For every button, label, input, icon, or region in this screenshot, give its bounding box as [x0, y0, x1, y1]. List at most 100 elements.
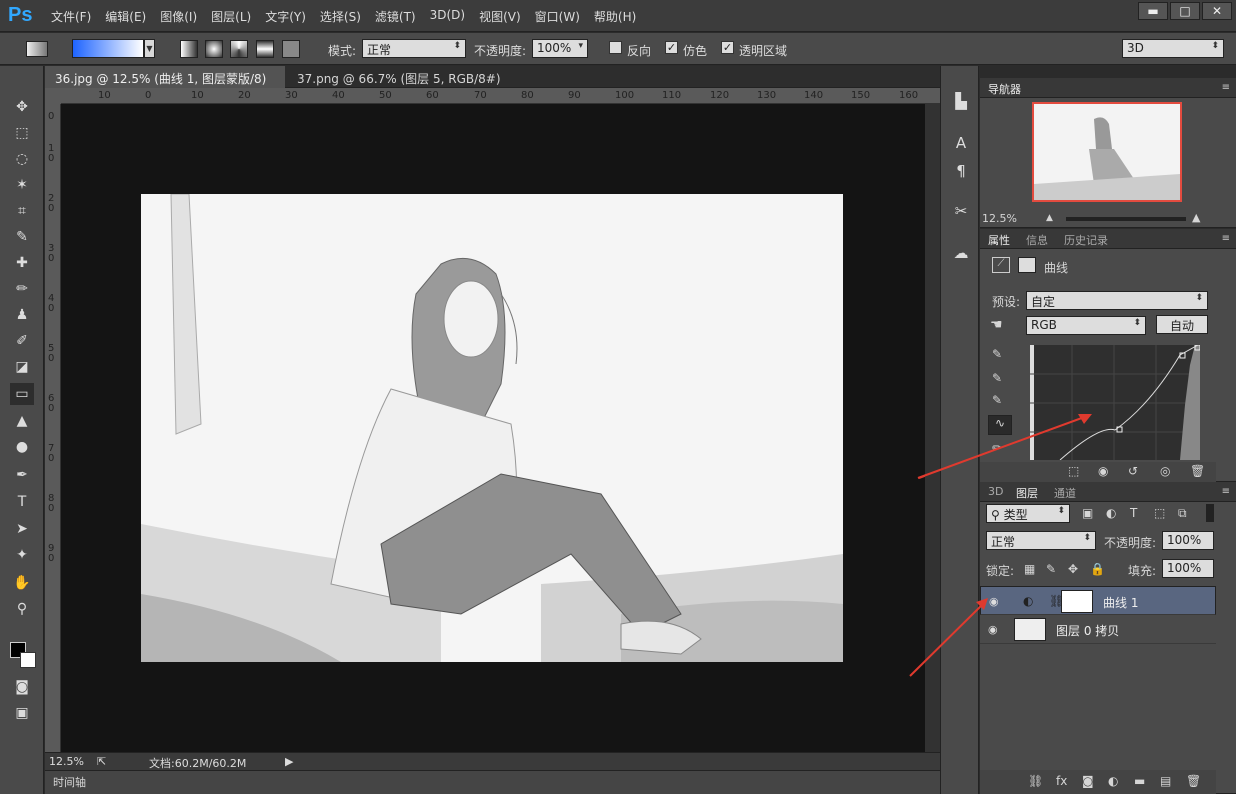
lock-image-icon[interactable]: ✎ [1046, 562, 1056, 576]
menu-view[interactable]: 视图(V) [479, 8, 521, 25]
gradient-picker[interactable] [72, 39, 144, 58]
menu-type[interactable]: 文字(Y) [265, 8, 306, 25]
zoom-tool-icon[interactable]: ⚲ [10, 598, 34, 620]
tool-preset-icon[interactable] [26, 41, 48, 57]
menu-filter[interactable]: 滤镜(T) [375, 8, 416, 25]
diamond-gradient-icon[interactable] [282, 40, 300, 58]
curves-graph[interactable] [1030, 344, 1201, 461]
panel-menu-icon[interactable]: ≡ [1222, 82, 1230, 93]
lock-all-icon[interactable]: 🔒 [1090, 562, 1105, 576]
gradient-dropdown-arrow[interactable]: ▼ [144, 39, 155, 58]
lock-position-icon[interactable]: ✥ [1068, 562, 1078, 576]
zoom-out-icon[interactable]: ▲ [1046, 213, 1053, 223]
targeted-adjust-hand-icon[interactable]: ☚ [990, 317, 1003, 333]
panel-menu-icon[interactable]: ≡ [1222, 233, 1230, 244]
tab-36jpg[interactable]: 36.jpg @ 12.5% (曲线 1, 图层蒙版/8) *× [45, 66, 285, 101]
visibility-eye-icon[interactable]: ◉ [989, 595, 999, 608]
menu-layer[interactable]: 图层(L) [211, 8, 251, 25]
tab-37png[interactable]: 37.png @ 66.7% (图层 5, RGB/8#) *× [287, 66, 519, 101]
navigator-thumbnail[interactable] [1032, 102, 1182, 202]
visibility-eye-icon[interactable]: ◎ [1160, 464, 1170, 478]
history-brush-icon[interactable]: ✐ [10, 330, 34, 352]
fx-icon[interactable]: fx [1056, 774, 1067, 788]
eyedropper-icon[interactable]: ✎ [10, 226, 34, 248]
menu-file[interactable]: 文件(F) [51, 8, 91, 25]
curve-edit-icon[interactable]: ∿ [988, 415, 1012, 435]
menu-help[interactable]: 帮助(H) [594, 8, 636, 25]
black-point-eyedropper-icon[interactable]: ✎ [992, 347, 1002, 361]
tab-3d[interactable]: 3D [988, 485, 1003, 498]
eraser-tool-icon[interactable]: ◪ [10, 356, 34, 378]
quick-mask-icon[interactable]: ◙ [10, 676, 34, 698]
smart-object-filter-icon[interactable]: ⧉ [1178, 506, 1187, 521]
layer-thumbnail[interactable] [1014, 618, 1046, 641]
close-button[interactable]: ✕ [1202, 2, 1232, 20]
type-tool-icon[interactable]: T [10, 491, 34, 513]
filter-toggle-switch[interactable] [1206, 504, 1214, 522]
pixel-filter-icon[interactable]: ▣ [1082, 506, 1093, 520]
reflected-gradient-icon[interactable] [256, 40, 274, 58]
angle-gradient-icon[interactable] [230, 40, 248, 58]
layer-opacity-field[interactable]: 100% [1162, 531, 1214, 550]
reset-icon[interactable]: ↺ [1128, 464, 1138, 478]
new-layer-icon[interactable]: ▤ [1160, 774, 1171, 788]
gray-point-eyedropper-icon[interactable]: ✎ [992, 371, 1002, 385]
screen-mode-icon[interactable]: ▣ [10, 702, 34, 724]
lock-transparent-icon[interactable]: ▦ [1024, 562, 1035, 576]
visibility-eye-icon[interactable]: ◉ [988, 623, 998, 636]
menu-edit[interactable]: 编辑(E) [105, 8, 146, 25]
opacity-field[interactable]: 100% ▾ [532, 39, 588, 58]
tab-history[interactable]: 历史记录 [1064, 232, 1108, 248]
move-tool-icon[interactable]: ✥ [10, 96, 34, 118]
transparency-checkbox[interactable]: ✓ [721, 41, 734, 54]
pen-tool-icon[interactable]: ✒ [10, 464, 34, 486]
maximize-button[interactable]: □ [1170, 2, 1200, 20]
tab-info[interactable]: 信息 [1026, 232, 1048, 248]
zoom-level[interactable]: 12.5% [49, 755, 84, 768]
lasso-tool-icon[interactable]: ◌ [10, 148, 34, 170]
layer-name[interactable]: 曲线 1 [1103, 594, 1138, 611]
magic-wand-icon[interactable]: ✶ [10, 174, 34, 196]
tab-properties[interactable]: 属性 [988, 232, 1010, 248]
marquee-tool-icon[interactable]: ⬚ [10, 122, 34, 144]
dodge-tool-icon[interactable]: ● [10, 436, 34, 458]
menu-image[interactable]: 图像(I) [160, 8, 197, 25]
crop-tool-icon[interactable]: ⌗ [10, 200, 34, 222]
menu-3d[interactable]: 3D(D) [430, 8, 465, 25]
brush-tool-icon[interactable]: ✏ [10, 278, 34, 300]
blur-tool-icon[interactable]: ▲ [10, 410, 34, 432]
navigator-zoom[interactable]: 12.5% [982, 212, 1017, 225]
new-group-icon[interactable]: ▬ [1134, 774, 1145, 788]
layer-filter-select[interactable]: ⚲ 类型 ⬍ [986, 504, 1070, 523]
linear-gradient-icon[interactable] [180, 40, 198, 58]
radial-gradient-icon[interactable] [205, 40, 223, 58]
blend-mode-select[interactable]: 正常 ⬍ [986, 531, 1096, 550]
layer-mask-thumbnail[interactable] [1061, 590, 1093, 613]
path-selection-icon[interactable]: ➤ [10, 518, 34, 540]
paragraph-panel-icon[interactable]: ¶ [949, 160, 973, 182]
mask-icon[interactable] [1018, 257, 1036, 273]
delete-layer-icon[interactable]: 🗑 [1186, 774, 1201, 788]
zoom-in-icon[interactable]: ▲ [1192, 211, 1200, 224]
dither-checkbox[interactable]: ✓ [665, 41, 678, 54]
layer-name[interactable]: 图层 0 拷贝 [1056, 622, 1119, 639]
workspace-select[interactable]: 3D ⬍ [1122, 39, 1224, 58]
view-previous-icon[interactable]: ◉ [1098, 464, 1108, 478]
mode-select[interactable]: 正常 ⬍ [362, 39, 466, 58]
white-point-eyedropper-icon[interactable]: ✎ [992, 393, 1002, 407]
adjustment-filter-icon[interactable]: ◐ [1106, 506, 1116, 520]
canvas-area[interactable] [61, 104, 925, 752]
menu-select[interactable]: 选择(S) [320, 8, 361, 25]
clone-stamp-icon[interactable]: ♟ [10, 304, 34, 326]
export-icon[interactable]: ⇱ [97, 755, 106, 768]
channel-select[interactable]: RGB ⬍ [1026, 316, 1146, 335]
pencil-draw-icon[interactable]: ✏ [992, 441, 1002, 455]
menu-window[interactable]: 窗口(W) [535, 8, 580, 25]
healing-brush-icon[interactable]: ✚ [10, 252, 34, 274]
clip-to-layer-icon[interactable]: ⬚ [1068, 464, 1079, 478]
panel-menu-icon[interactable]: ≡ [1222, 486, 1230, 497]
timeline-label[interactable]: 时间轴 [53, 774, 86, 790]
tab-layers[interactable]: 图层 [1016, 485, 1038, 501]
creative-cloud-icon[interactable]: ☁ [949, 242, 973, 264]
histogram-icon[interactable]: ▙ [949, 90, 973, 112]
